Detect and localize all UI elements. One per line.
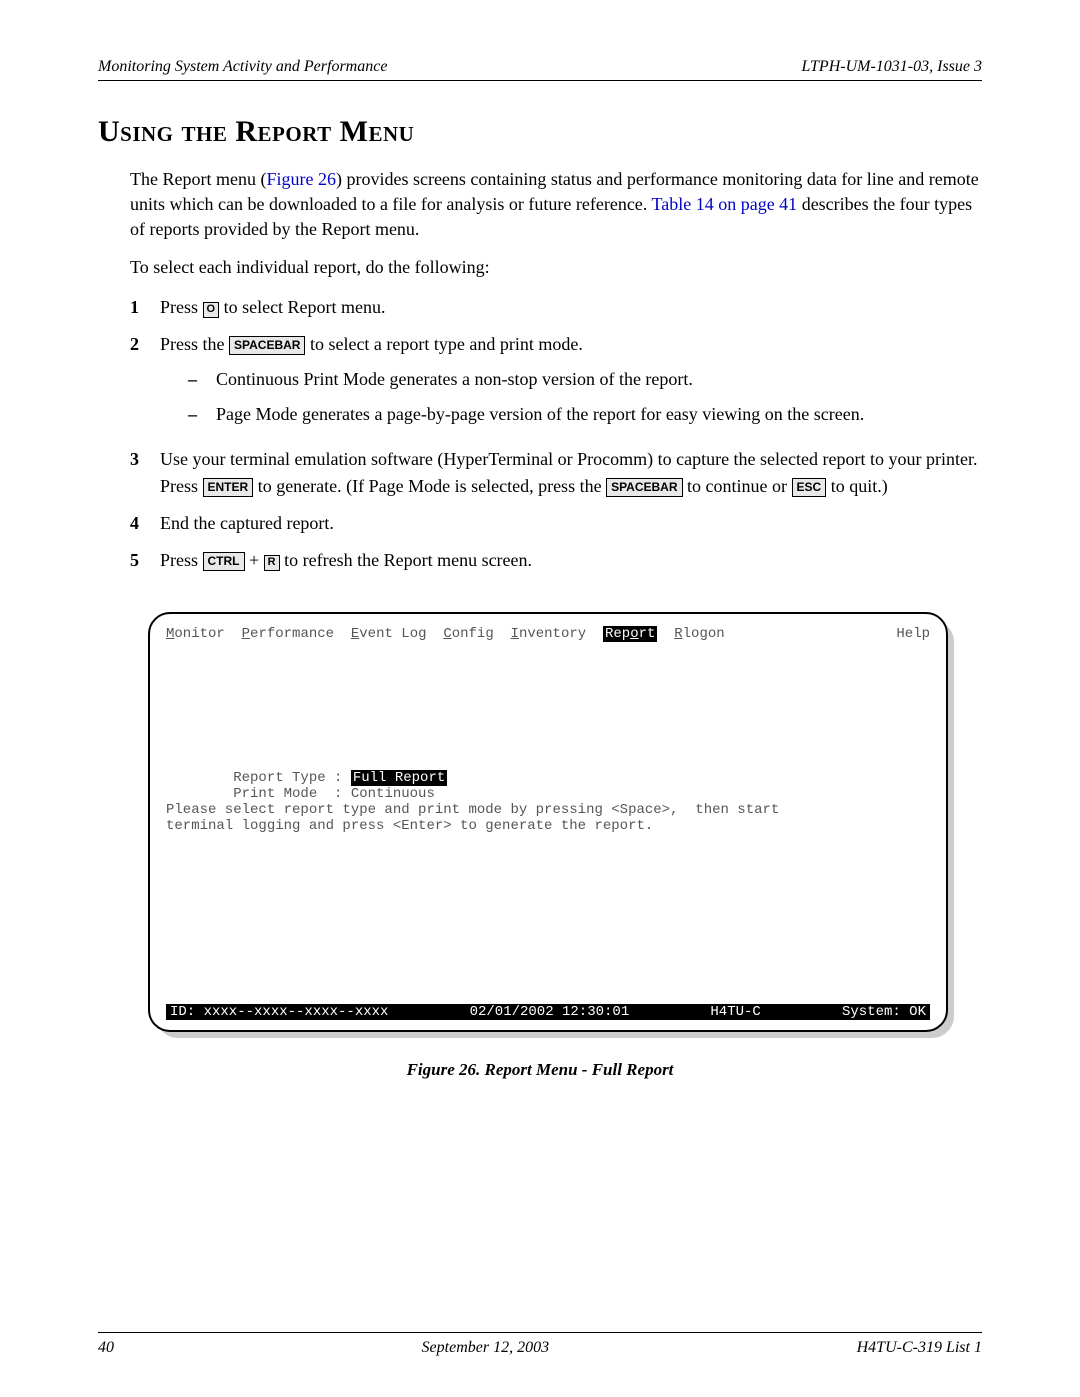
terminal-hint-2: terminal logging and press <Enter> to ge… [166,818,930,834]
table-link[interactable]: Table 14 on page 41 [651,194,797,214]
step-number: 2 [130,331,160,436]
page-title: Using the Report Menu [98,115,982,149]
step-text: Press [160,297,203,317]
step-number: 5 [130,547,160,574]
report-type-label: Report Type : [233,770,351,786]
keycap-esc: ESC [792,478,827,496]
terminal-body: Report Type : Full Report Print Mode : C… [166,770,930,834]
status-id: ID: xxxx--xxxx--xxxx--xxxx [170,1004,388,1020]
menu-help: Help [896,626,930,642]
step-2-sub-2: Page Mode generates a page-by-page versi… [188,401,982,428]
step-number: 1 [130,294,160,321]
step-text: Press [160,550,203,570]
keycap-o: O [203,302,220,317]
terminal-figure: Monitor Performance Event Log Config Inv… [148,612,948,1032]
header-right: LTPH-UM-1031-03, Issue 3 [801,58,982,76]
menu-monitor: Monitor [166,626,225,642]
terminal-hint-1: Please select report type and print mode… [166,802,930,818]
status-sys: System: OK [842,1004,926,1020]
step-text: to select Report menu. [219,297,385,317]
intro-paragraph-2: To select each individual report, do the… [130,255,982,280]
step-2-sub-1: Continuous Print Mode generates a non-st… [188,366,982,393]
report-type-value: Full Report [351,770,447,786]
step-2: 2 Press the SPACEBAR to select a report … [130,331,982,436]
running-footer: 40 September 12, 2003 H4TU-C-319 List 1 [98,1339,982,1357]
terminal-screen: Monitor Performance Event Log Config Inv… [148,612,948,1032]
menu-config: Config [443,626,493,642]
steps-list: 1 Press O to select Report menu. 2 Press… [130,294,982,574]
footer-rule [98,1332,982,1333]
figure-link[interactable]: Figure 26 [266,169,336,189]
step-text: to continue or [683,476,792,496]
step-3: 3 Use your terminal emulation software (… [130,446,982,500]
step-1: 1 Press O to select Report menu. [130,294,982,321]
step-text: + [245,550,264,570]
terminal-statusbar: ID: xxxx--xxxx--xxxx--xxxx 02/01/2002 12… [166,1004,930,1020]
keycap-ctrl: CTRL [203,552,245,570]
keycap-r: R [264,555,280,570]
keycap-enter: ENTER [203,478,254,496]
step-text: to quit.) [826,476,888,496]
step-number: 4 [130,510,160,537]
menu-eventlog: Event Log [351,626,427,642]
menu-rlogon: Rlogon [674,626,724,642]
header-left: Monitoring System Activity and Performan… [98,58,387,76]
figure-caption: Figure 26. Report Menu - Full Report [98,1060,982,1080]
keycap-spacebar: SPACEBAR [606,478,682,496]
step-text: Press the [160,334,229,354]
status-unit: H4TU-C [710,1004,760,1020]
footer-date: September 12, 2003 [422,1339,550,1357]
keycap-spacebar: SPACEBAR [229,336,305,354]
footer-page: 40 [98,1339,114,1357]
step-4: 4 End the captured report. [130,510,982,537]
menu-performance: Performance [242,626,334,642]
menu-report-selected: Report [603,626,657,642]
footer-doc-id: H4TU-C-319 List 1 [857,1339,982,1357]
step-2-sublist: Continuous Print Mode generates a non-st… [188,366,982,428]
menu-inventory: Inventory [511,626,587,642]
running-header: Monitoring System Activity and Performan… [98,58,982,81]
terminal-menubar: Monitor Performance Event Log Config Inv… [166,626,930,642]
status-date: 02/01/2002 12:30:01 [470,1004,630,1020]
step-text: to refresh the Report menu screen. [280,550,532,570]
intro-text: The Report menu ( [130,169,266,189]
print-mode-label: Print Mode : [233,786,351,802]
step-number: 3 [130,446,160,500]
step-5: 5 Press CTRL + R to refresh the Report m… [130,547,982,574]
intro-paragraph-1: The Report menu (Figure 26) provides scr… [130,167,982,241]
step-text: End the captured report. [160,510,982,537]
step-text: to select a report type and print mode. [305,334,582,354]
print-mode-value: Continuous [351,786,435,802]
step-text: to generate. (If Page Mode is selected, … [253,476,606,496]
